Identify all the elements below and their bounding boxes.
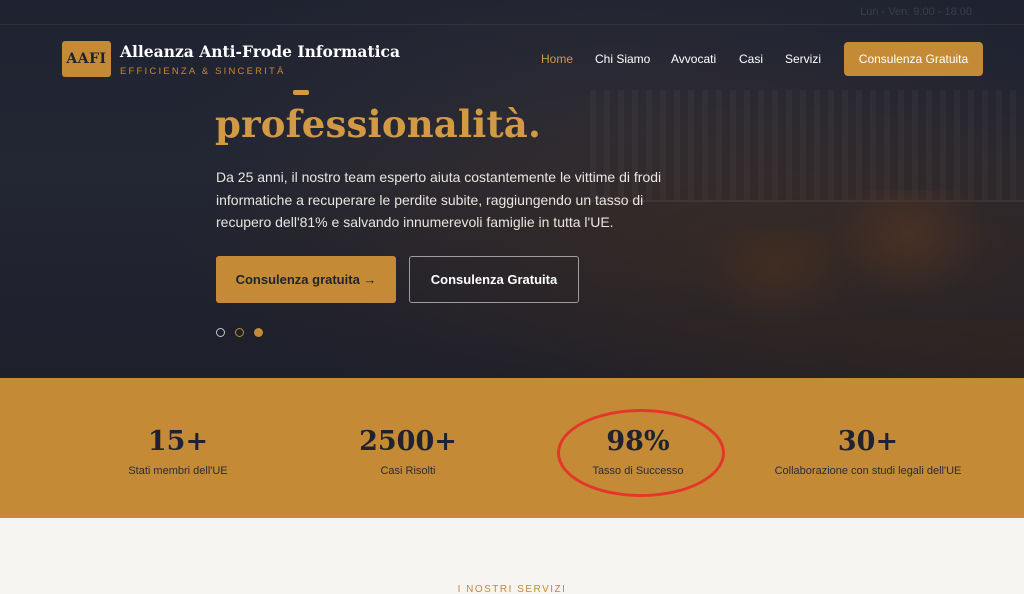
hero-headline: professionalità. [215, 102, 542, 146]
stat-value: 15+ [147, 426, 209, 457]
header-consultation-button[interactable]: Consulenza Gratuita [844, 42, 983, 76]
brand-tagline: EFFICIENZA & SINCERITÀ [120, 66, 286, 77]
stat-value: 30+ [837, 426, 899, 457]
stats-section: 15+ Stati membri dell'UE 2500+ Casi Riso… [0, 378, 1024, 518]
slide-dot-2[interactable] [235, 328, 244, 337]
stat-label: Stati membri dell'UE [128, 465, 228, 477]
nav-item-avvocati[interactable]: Avvocati [671, 52, 716, 66]
stat-cases-solved: 2500+ Casi Risolti [308, 426, 508, 477]
nav-item-chi-siamo[interactable]: Chi Siamo [595, 52, 650, 66]
business-hours: Lun - Ven: 9:00 - 18:00 [860, 6, 972, 18]
logo[interactable]: AAFI [62, 41, 111, 77]
headline-clipped-glyph [293, 90, 309, 95]
topbar-divider [0, 24, 1024, 25]
slide-dot-1[interactable] [216, 328, 225, 337]
stat-law-firm-collaborations: 30+ Collaborazione con studi legali dell… [758, 426, 978, 477]
hero-section: Lun - Ven: 9:00 - 18:00 AAFI Alleanza An… [0, 0, 1024, 378]
stat-member-states: 15+ Stati membri dell'UE [78, 426, 278, 477]
nav-item-home[interactable]: Home [541, 52, 573, 66]
nav-item-casi[interactable]: Casi [739, 52, 763, 66]
highlight-circle-annotation [557, 409, 725, 497]
stat-label: Casi Risolti [380, 465, 436, 477]
stat-label: Collaborazione con studi legali dell'UE [774, 465, 962, 477]
services-section-label: I NOSTRI SERVIZI [457, 584, 567, 594]
nav-item-servizi[interactable]: Servizi [785, 52, 821, 66]
hero-secondary-button[interactable]: Consulenza Gratuita [409, 256, 579, 303]
armchair-background [830, 190, 990, 300]
brand-name[interactable]: Alleanza Anti-Frode Informatica [120, 42, 400, 61]
services-section: I NOSTRI SERVIZI [0, 518, 1024, 594]
floor-background [560, 320, 1024, 378]
stat-value: 2500+ [359, 426, 457, 457]
hero-primary-button[interactable]: Consulenza gratuita → [216, 256, 396, 303]
hero-description: Da 25 anni, il nostro team esperto aiuta… [216, 169, 662, 230]
armchair-background-2 [700, 230, 850, 330]
slide-dot-3-active[interactable] [254, 328, 263, 337]
